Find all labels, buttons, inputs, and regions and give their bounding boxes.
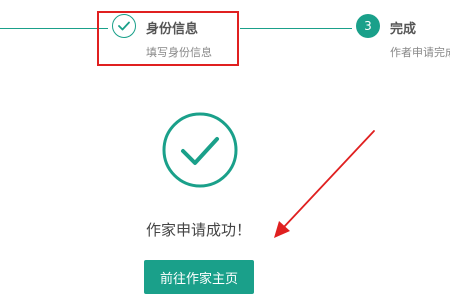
- step-number: 3: [356, 14, 380, 38]
- go-to-author-home-button[interactable]: 前往作家主页: [144, 260, 254, 294]
- step-subtitle: 作者申请完成: [390, 46, 450, 59]
- step-connector: [0, 28, 108, 29]
- check-circle-icon: [161, 111, 239, 189]
- success-message: 作家申请成功！: [146, 221, 252, 239]
- step-connector: [240, 28, 352, 29]
- stepper: 身份信息 填写身份信息 3 完成 作者申请完成: [0, 0, 450, 80]
- highlight-annotation: [97, 11, 239, 66]
- step-title: 完成: [390, 22, 417, 37]
